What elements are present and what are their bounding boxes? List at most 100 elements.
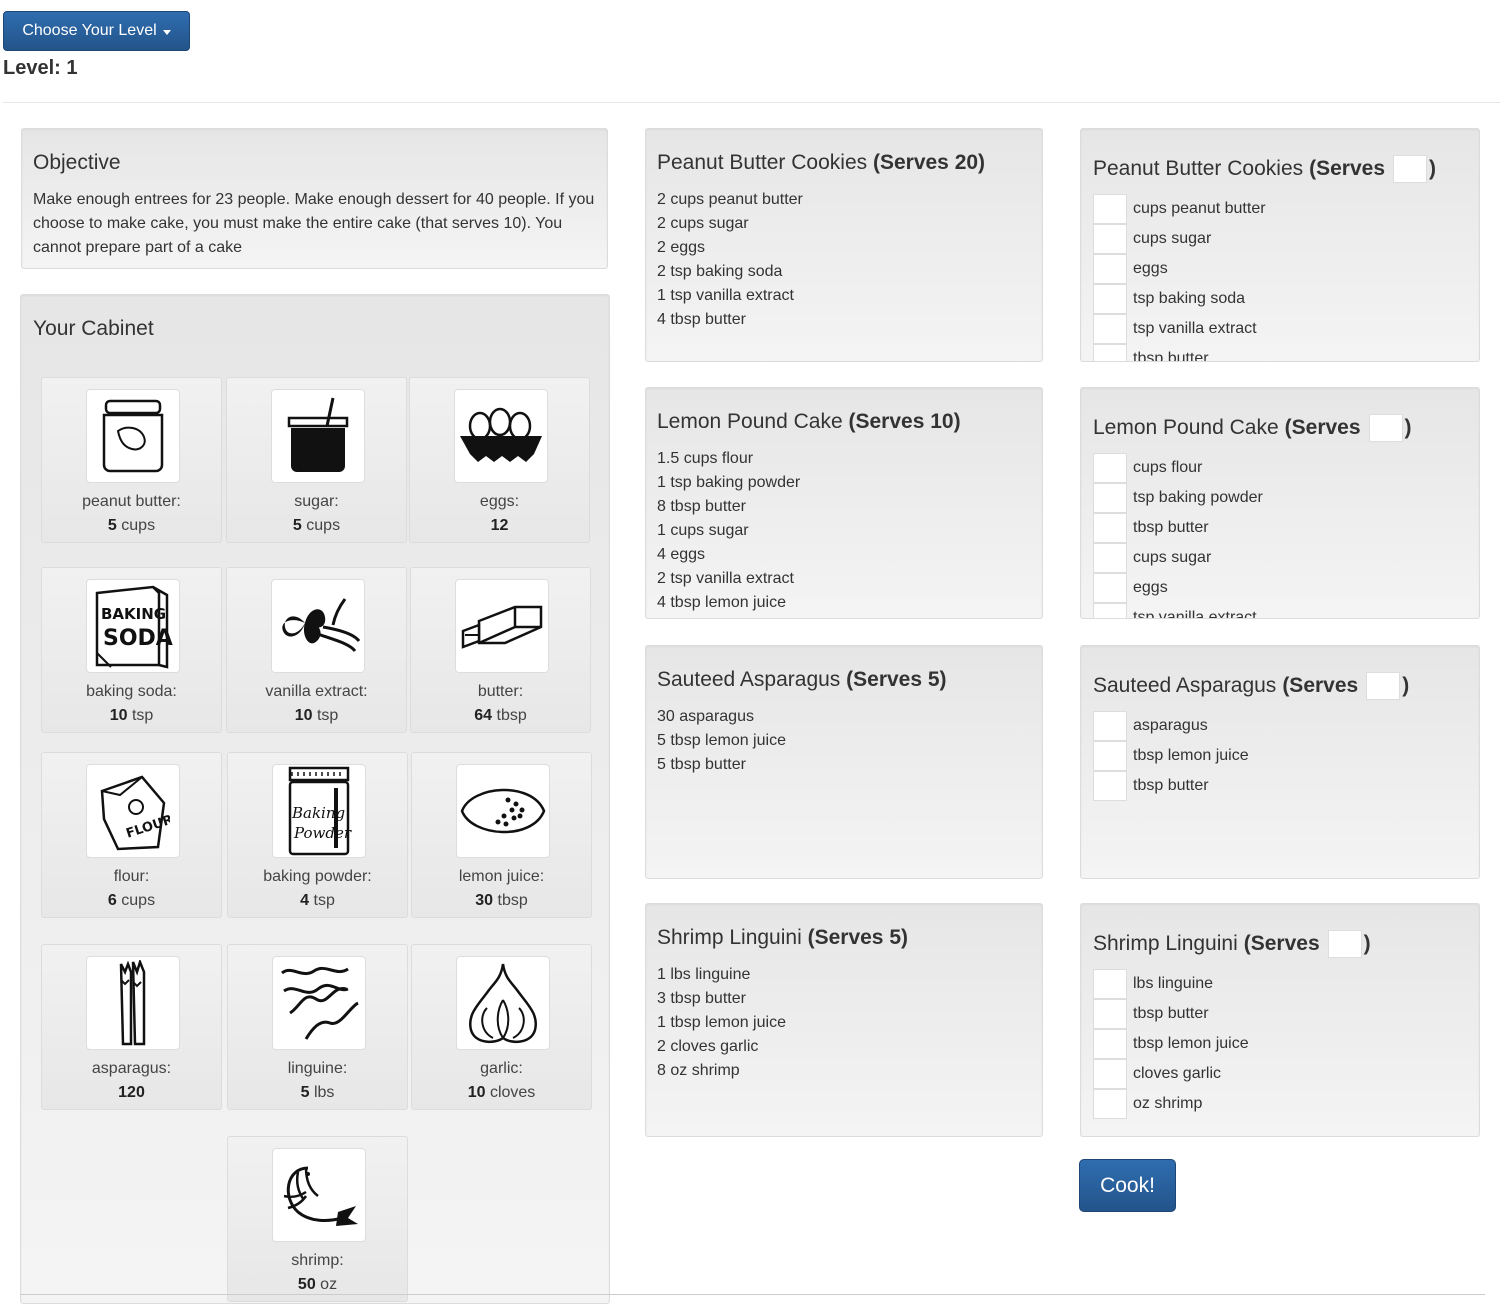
ingredient-amount-input[interactable] <box>1093 543 1127 573</box>
ingredient-input-row: tbsp butter <box>1093 513 1209 543</box>
cabinet-item-name: shrimp: <box>291 1252 344 1269</box>
serves-input[interactable] <box>1366 672 1401 700</box>
quantity-unit: tbsp <box>492 707 527 724</box>
serves-input[interactable] <box>1368 414 1403 442</box>
ingredient-amount-input[interactable] <box>1093 771 1127 801</box>
cabinet-item: FLOUR flour: 6 cups <box>41 752 222 918</box>
ingredient-amount-input[interactable] <box>1093 513 1127 543</box>
quantity-value: 50 <box>297 1276 316 1293</box>
ingredient-line: 2 cups peanut butter <box>657 191 803 208</box>
ingredient-input-row: tbsp lemon juice <box>1093 741 1249 771</box>
ingredient-list: 30 asparagus 5 tbsp lemon juice 5 tbsp but… <box>657 705 786 777</box>
butter-stick-icon <box>455 579 549 673</box>
quantity-value: 120 <box>118 1084 145 1101</box>
serves-input[interactable] <box>1327 930 1362 958</box>
ingredient-amount-input[interactable] <box>1093 1089 1127 1119</box>
quantity-value: 5 <box>300 1084 310 1101</box>
choose-level-dropdown-button[interactable]: Choose Your Level <box>3 11 190 51</box>
cabinet-item: lemon juice: 30 tbsp <box>411 752 592 918</box>
ingredient-input-row: cups sugar <box>1093 543 1211 573</box>
flour-bag-icon: FLOUR <box>86 764 180 858</box>
cabinet-panel: Your Cabinet peanut butter: 5 cups sugar: 5… <box>20 294 610 1304</box>
quantity-unit: tbsp <box>493 892 528 909</box>
ingredient-amount-input[interactable] <box>1093 711 1127 741</box>
ingredient-line: 4 tbsp lemon juice <box>657 594 786 611</box>
ingredient-unit-label: cups flour <box>1133 459 1203 476</box>
cabinet-item-quantity: 10 tsp <box>42 704 221 728</box>
ingredient-line: 2 cloves garlic <box>657 1038 759 1055</box>
ingredient-line: 2 cups sugar <box>657 215 749 232</box>
cabinet-item-name: vanilla extract: <box>265 683 368 700</box>
ingredient-line: 1 lbs linguine <box>657 966 751 983</box>
quantity-value: 12 <box>490 517 509 534</box>
ingredient-input-row: tbsp lemon juice <box>1093 1029 1249 1059</box>
cabinet-item-quantity: 64 tbsp <box>411 704 590 728</box>
ingredient-amount-input[interactable] <box>1093 254 1127 284</box>
cabinet-item-quantity: 5 lbs <box>228 1081 407 1105</box>
cabinet-item-quantity: 10 tsp <box>227 704 406 728</box>
ingredient-line: 5 tbsp butter <box>657 756 746 773</box>
recipe-title: Lemon Pound Cake (Serves 10) <box>657 410 961 434</box>
caret-down-icon <box>162 29 171 35</box>
ingredient-amount-input[interactable] <box>1093 1059 1127 1089</box>
ingredient-line: 4 tbsp butter <box>657 311 746 328</box>
ingredient-input-row: cups flour <box>1093 453 1202 483</box>
ingredient-amount-input[interactable] <box>1093 741 1127 771</box>
cook-button[interactable]: Cook! <box>1079 1159 1176 1212</box>
ingredient-amount-input[interactable] <box>1093 224 1127 254</box>
cabinet-item-quantity: 4 tsp <box>228 889 407 913</box>
cabinet-item-name: garlic: <box>480 1060 523 1077</box>
serves-open: (Serves <box>1284 416 1361 439</box>
recipe-card: Lemon Pound Cake (Serves 10) 1.5 cups flo… <box>645 387 1043 619</box>
level-indicator: Level: 1 <box>3 57 78 79</box>
ingredient-input-row: tbsp butter <box>1093 999 1209 1029</box>
ingredient-line: 1 tbsp lemon juice <box>657 1014 786 1031</box>
ingredient-line: 8 tbsp butter <box>657 498 746 515</box>
recipe-name: Lemon Pound Cake <box>1093 416 1279 439</box>
recipe-name: Shrimp Linguini <box>1093 932 1238 955</box>
cabinet-item-name: baking soda: <box>86 683 177 700</box>
recipe-input-card: Sauteed Asparagus (Serves) asparagus tbsp l… <box>1080 645 1480 879</box>
ingredient-line: 2 tsp baking soda <box>657 263 783 280</box>
cabinet-item-quantity: 5 cups <box>227 514 406 538</box>
ingredient-amount-input[interactable] <box>1093 603 1127 618</box>
ingredient-line: 2 tsp vanilla extract <box>657 570 794 587</box>
recipe-name: Lemon Pound Cake <box>657 410 843 433</box>
ingredient-input-row: asparagus <box>1093 711 1208 741</box>
ingredient-line: 1 tsp vanilla extract <box>657 287 794 304</box>
ingredient-input-row: tsp baking powder <box>1093 483 1263 513</box>
ingredient-amount-input[interactable] <box>1093 1029 1127 1059</box>
recipe-input-title: Peanut Butter Cookies (Serves) <box>1093 155 1436 183</box>
serves-open: (Serves <box>1282 674 1359 697</box>
ingredient-amount-input[interactable] <box>1093 314 1127 344</box>
cabinet-item: vanilla extract: 10 tsp <box>226 567 407 733</box>
recipe-input-card: Shrimp Linguini (Serves) lbs linguine tbsp … <box>1080 903 1480 1137</box>
ingredient-input-row: eggs <box>1093 254 1168 284</box>
garlic-icon <box>456 956 550 1050</box>
cabinet-item-name: baking powder: <box>263 868 372 885</box>
asparagus-icon <box>86 956 180 1050</box>
ingredient-amount-input[interactable] <box>1093 284 1127 314</box>
cabinet-item: Baking Powder baking powder: 4 tsp <box>227 752 408 918</box>
ingredient-line: 2 eggs <box>657 239 706 256</box>
ingredient-amount-input[interactable] <box>1093 969 1127 999</box>
quantity-value: 4 <box>300 892 310 909</box>
ingredient-amount-input[interactable] <box>1093 999 1127 1029</box>
objective-text: Make enough entrees for 23 people. Make … <box>33 191 595 256</box>
serves-input[interactable] <box>1393 155 1428 183</box>
serves-open: (Serves <box>1309 157 1386 180</box>
ingredient-amount-input[interactable] <box>1093 194 1127 224</box>
divider <box>3 102 1500 103</box>
ingredient-amount-input[interactable] <box>1093 344 1127 361</box>
ingredient-unit-label: tsp vanilla extract <box>1133 320 1257 337</box>
cabinet-item-name: lemon juice: <box>458 868 545 885</box>
ingredient-amount-input[interactable] <box>1093 573 1127 603</box>
cabinet-item-quantity: 30 tbsp <box>412 889 591 913</box>
ingredient-unit-label: cups peanut butter <box>1133 200 1266 217</box>
ingredient-amount-input[interactable] <box>1093 483 1127 513</box>
quantity-value: 5 <box>107 517 117 534</box>
cabinet-item-name: butter: <box>477 683 524 700</box>
ingredient-unit-label: cups sugar <box>1133 549 1212 566</box>
ingredient-amount-input[interactable] <box>1093 453 1127 483</box>
cabinet-item: peanut butter: 5 cups <box>41 377 222 543</box>
